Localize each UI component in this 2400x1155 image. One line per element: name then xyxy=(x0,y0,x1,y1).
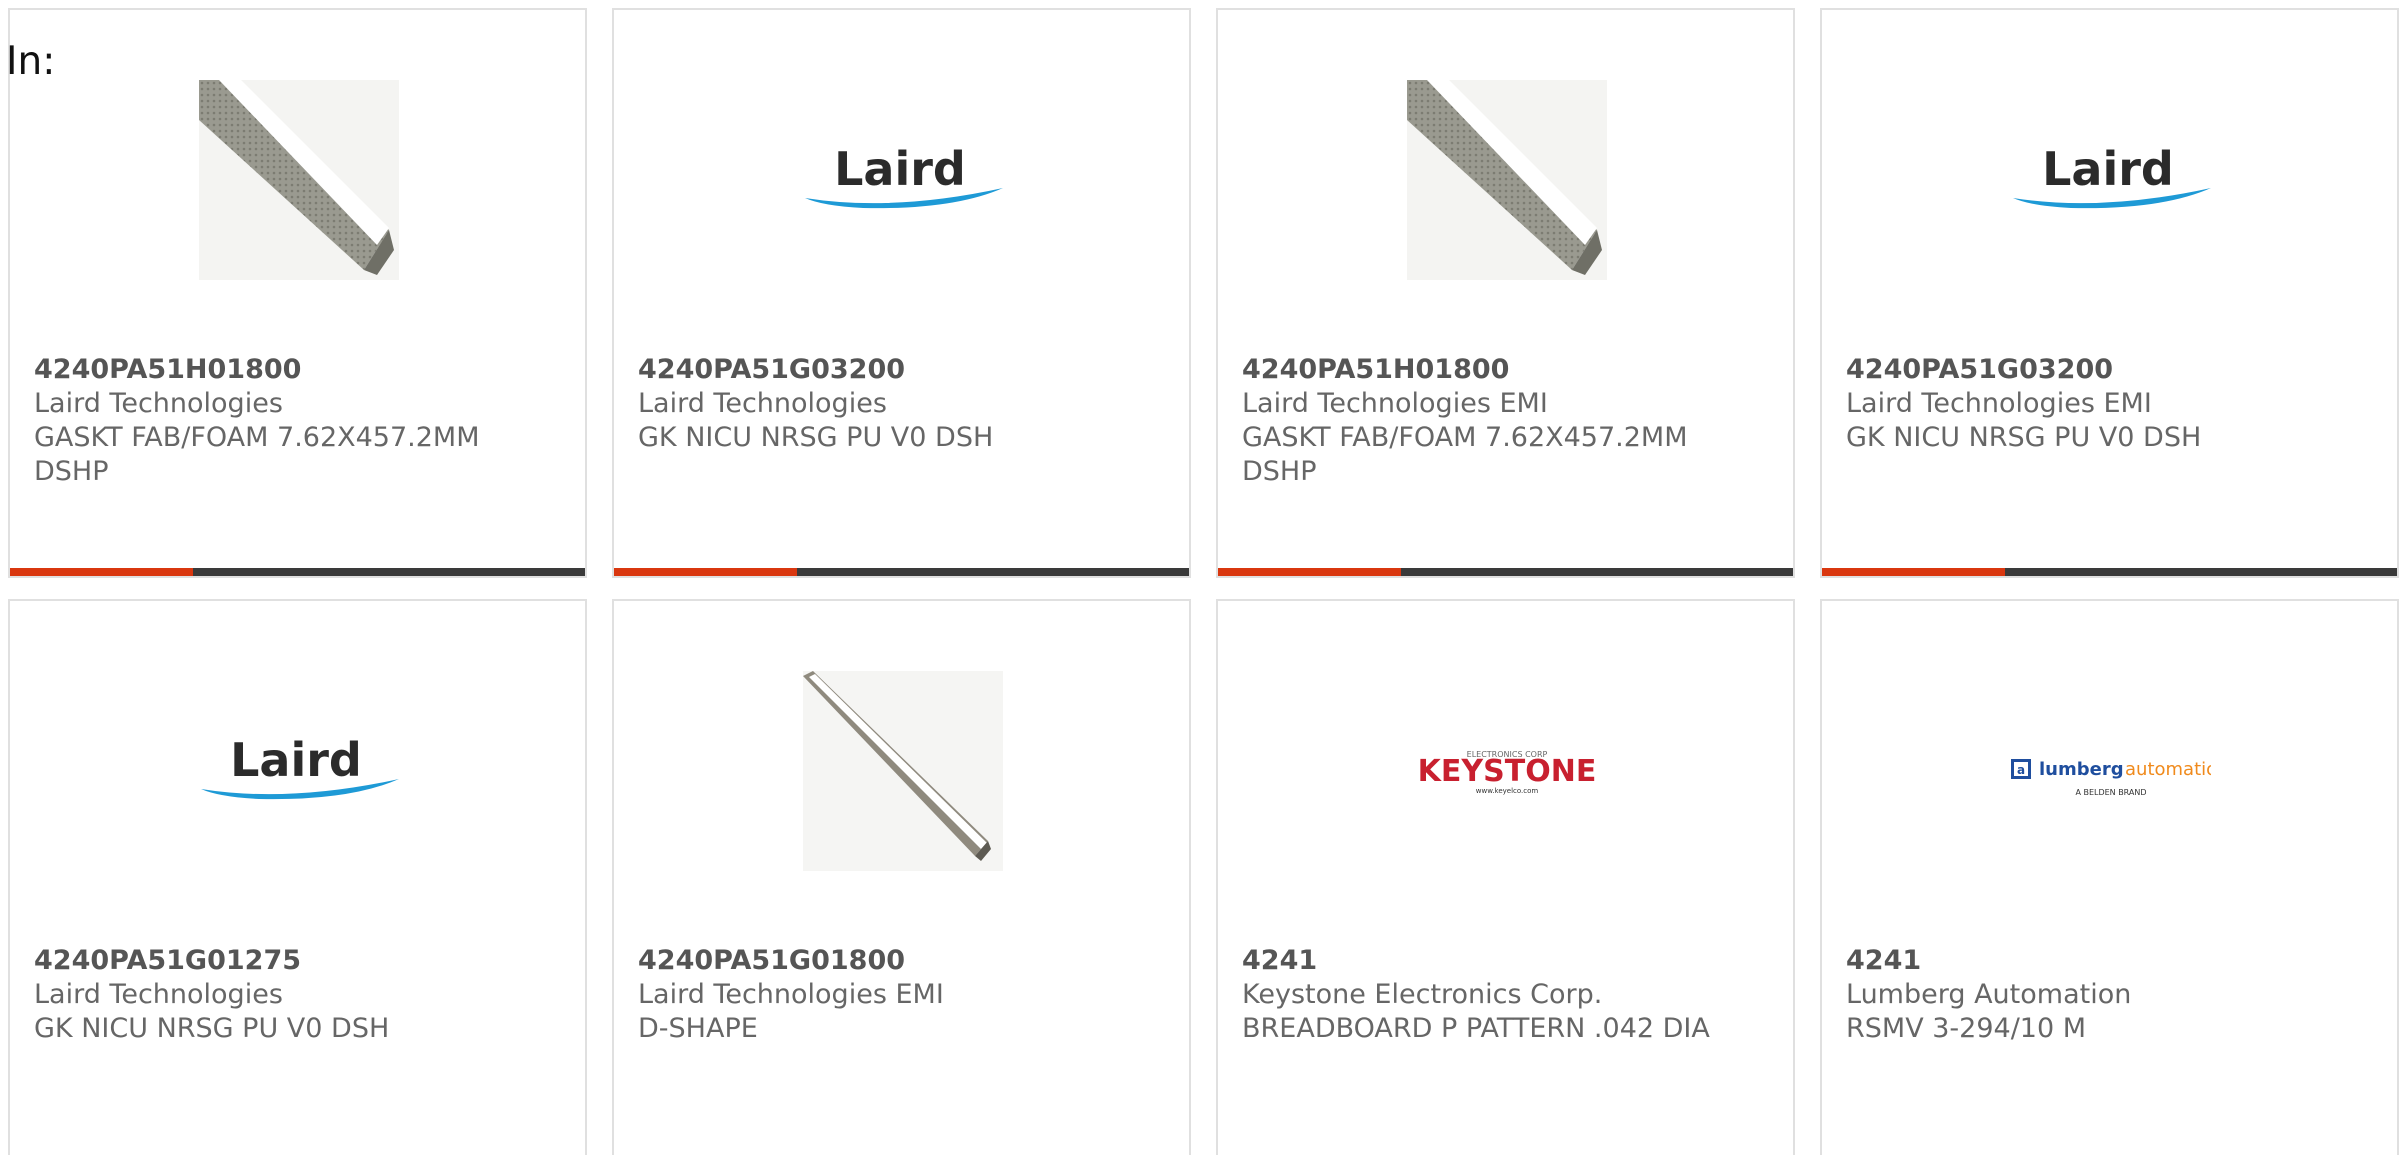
svg-text:Laird: Laird xyxy=(2042,142,2174,196)
product-grid: 4240PA51H01800 Laird Technologies GASKT … xyxy=(8,8,2399,1155)
part-number[interactable]: 4240PA51H01800 xyxy=(34,353,561,387)
card-bottom-bar xyxy=(1218,568,1793,576)
svg-text:automation: automation xyxy=(2125,759,2211,780)
keystone-logo: ELECTRONICS CORP KEYSTONE www.keyelco.co… xyxy=(1418,750,1597,795)
product-card[interactable]: Laird 4240PA51G03200 Laird Technologies … xyxy=(612,8,1191,578)
dshape-gasket-photo-icon xyxy=(803,671,1003,871)
product-card[interactable]: 4240PA51G01800 Laird Technologies EMI D-… xyxy=(612,599,1191,1155)
manufacturer-name: Keystone Electronics Corp. xyxy=(1242,979,1603,1010)
product-card[interactable]: ELECTRONICS CORP KEYSTONE www.keyelco.co… xyxy=(1216,599,1795,1155)
svg-text:A BELDEN BRAND: A BELDEN BRAND xyxy=(2075,788,2146,797)
card-bottom-bar xyxy=(1822,568,2397,576)
manufacturer-name: Laird Technologies xyxy=(638,388,887,419)
product-card[interactable]: 4240PA51H01800 Laird Technologies EMI GA… xyxy=(1216,8,1795,578)
search-results-page: In: 4240PA51H01800 Laird Technologies GA… xyxy=(0,0,2400,1155)
part-number[interactable]: 4240PA51H01800 xyxy=(1242,353,1769,387)
product-description: GK NICU NRSG PU V0 DSH xyxy=(34,1013,390,1044)
part-number[interactable]: 4241 xyxy=(1242,944,1769,978)
part-number[interactable]: 4240PA51G01800 xyxy=(638,944,1165,978)
product-description: GASKT FAB/FOAM 7.62X457.2MM DSHP xyxy=(34,422,480,487)
svg-text:lumberg: lumberg xyxy=(2039,759,2124,780)
product-description: GASKT FAB/FOAM 7.62X457.2MM DSHP xyxy=(1242,422,1688,487)
card-accent-bar xyxy=(1822,568,2005,576)
svg-text:KEYSTONE: KEYSTONE xyxy=(1418,754,1597,789)
manufacturer-name: Laird Technologies EMI xyxy=(638,979,944,1010)
card-bottom-bar xyxy=(614,568,1189,576)
svg-text:Laird: Laird xyxy=(834,142,966,196)
product-card[interactable]: a lumberg automation A BELDEN BRAND 4241… xyxy=(1820,599,2399,1155)
gasket-photo-icon xyxy=(1407,80,1607,280)
part-number[interactable]: 4241 xyxy=(1846,944,2373,978)
card-bottom-bar xyxy=(10,568,585,576)
product-description: GK NICU NRSG PU V0 DSH xyxy=(638,422,994,453)
svg-text:a: a xyxy=(2017,763,2025,777)
product-card[interactable]: Laird 4240PA51G01275 Laird Technologies … xyxy=(8,599,587,1155)
part-number[interactable]: 4240PA51G03200 xyxy=(1846,353,2373,387)
product-card[interactable]: 4240PA51H01800 Laird Technologies GASKT … xyxy=(8,8,587,578)
card-accent-bar xyxy=(1218,568,1401,576)
laird-logo: Laird xyxy=(2013,142,2211,209)
manufacturer-name: Laird Technologies xyxy=(34,388,283,419)
gasket-photo-icon xyxy=(199,80,399,280)
lumberg-logo: a lumberg automation A BELDEN BRAND xyxy=(2011,759,2211,797)
product-description: GK NICU NRSG PU V0 DSH xyxy=(1846,422,2202,453)
product-description: D-SHAPE xyxy=(638,1013,758,1044)
product-description: BREADBOARD P PATTERN .042 DIA xyxy=(1242,1013,1710,1044)
part-number[interactable]: 4240PA51G03200 xyxy=(638,353,1165,387)
card-accent-bar xyxy=(10,568,193,576)
card-accent-bar xyxy=(614,568,797,576)
svg-text:Laird: Laird xyxy=(230,733,362,787)
manufacturer-name: Laird Technologies xyxy=(34,979,283,1010)
laird-logo: Laird xyxy=(201,733,399,800)
manufacturer-name: Laird Technologies EMI xyxy=(1846,388,2152,419)
part-number[interactable]: 4240PA51G01275 xyxy=(34,944,561,978)
manufacturer-name: Laird Technologies EMI xyxy=(1242,388,1548,419)
results-in-label: In: xyxy=(6,39,56,84)
manufacturer-name: Lumberg Automation xyxy=(1846,979,2132,1010)
product-description: RSMV 3-294/10 M xyxy=(1846,1013,2087,1044)
svg-text:www.keyelco.com: www.keyelco.com xyxy=(1476,787,1539,795)
laird-logo: Laird xyxy=(805,142,1003,209)
product-card[interactable]: Laird 4240PA51G03200 Laird Technologies … xyxy=(1820,8,2399,578)
